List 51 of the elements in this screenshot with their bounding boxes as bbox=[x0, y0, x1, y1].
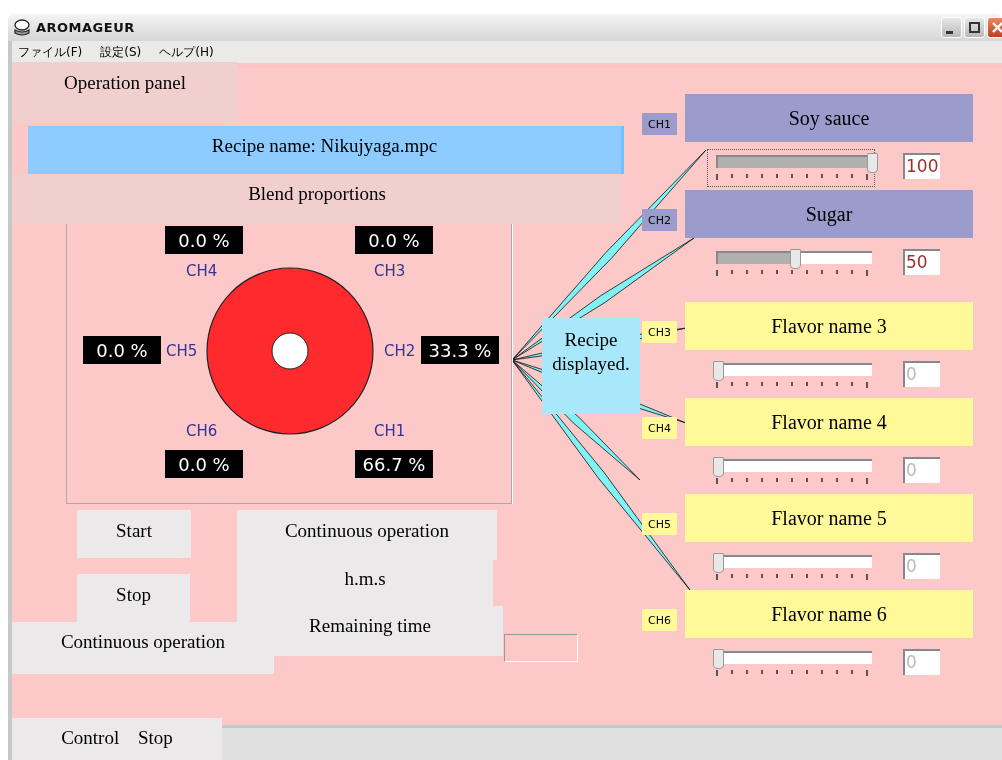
close-button[interactable] bbox=[987, 17, 1002, 38]
flavor-name-label: Flavor name 5 bbox=[685, 494, 973, 542]
percent-readout: 66.7 % bbox=[355, 450, 433, 478]
menu-item[interactable]: ファイル(F) bbox=[18, 43, 83, 61]
slider-thumb[interactable] bbox=[867, 153, 878, 173]
channel-tag: CH5 bbox=[642, 513, 677, 535]
status-text: Control Stop bbox=[12, 718, 222, 760]
flavor-name-label: Soy sauce bbox=[685, 94, 973, 142]
channel-tag: CH2 bbox=[642, 209, 677, 231]
flavor-name-label: Sugar bbox=[685, 190, 973, 238]
percent-readout: 0.0 % bbox=[83, 336, 161, 364]
app-icon bbox=[12, 18, 32, 37]
section-title: Blend proportions bbox=[12, 174, 622, 224]
minimize-button[interactable] bbox=[941, 17, 962, 38]
channel-label: CH2 bbox=[384, 342, 416, 360]
recipe-name-bar: Recipe name: Nikujyaga.mpc bbox=[28, 126, 624, 174]
continuous-operation-button[interactable]: Continuous operation bbox=[237, 510, 497, 560]
menu-item[interactable]: 設定(S) bbox=[100, 43, 142, 61]
percent-readout: 0.0 % bbox=[355, 226, 433, 254]
channel-tag: CH1 bbox=[642, 113, 677, 135]
value-field[interactable]: 50 bbox=[903, 249, 940, 275]
channel-tag: CH3 bbox=[642, 321, 677, 343]
panel-title: Operation panel bbox=[12, 62, 238, 124]
start-button[interactable]: Start bbox=[77, 510, 191, 558]
status-message: Recipe displayed. bbox=[542, 318, 640, 414]
channel-tag: CH6 bbox=[642, 609, 677, 631]
channel-tag: CH4 bbox=[642, 417, 677, 439]
percent-readout: 0.0 % bbox=[165, 226, 243, 254]
stop-button[interactable]: Stop bbox=[77, 574, 190, 624]
close-icon bbox=[991, 21, 1002, 34]
flavor-name-label: Flavor name 4 bbox=[685, 398, 973, 446]
channel-label: CH3 bbox=[374, 262, 406, 280]
flavor-name-label: Flavor name 3 bbox=[685, 302, 973, 350]
percent-readout: 0.0 % bbox=[165, 450, 243, 478]
channel-label: CH1 bbox=[374, 422, 406, 440]
time-unit-label: h.m.s bbox=[237, 560, 493, 608]
remaining-time-label: Remaining time bbox=[237, 606, 503, 656]
menu-item[interactable]: ヘルプ(H) bbox=[159, 43, 214, 61]
continuous-operation-label: Continuous operation bbox=[12, 622, 274, 674]
slider-thumb[interactable] bbox=[790, 249, 801, 269]
minimize-icon bbox=[946, 31, 953, 34]
flavor-name-label: Flavor name 6 bbox=[685, 590, 973, 638]
window-title: AROMAGEUR bbox=[36, 20, 135, 35]
percent-readout: 33.3 % bbox=[421, 336, 499, 364]
channel-label: CH6 bbox=[186, 422, 218, 440]
maximize-icon bbox=[968, 21, 981, 34]
channel-label: CH5 bbox=[166, 342, 198, 360]
maximize-button[interactable] bbox=[964, 17, 985, 38]
channel-label: CH4 bbox=[186, 262, 218, 280]
time-field[interactable] bbox=[504, 634, 578, 662]
value-field[interactable]: 100 bbox=[903, 153, 940, 179]
